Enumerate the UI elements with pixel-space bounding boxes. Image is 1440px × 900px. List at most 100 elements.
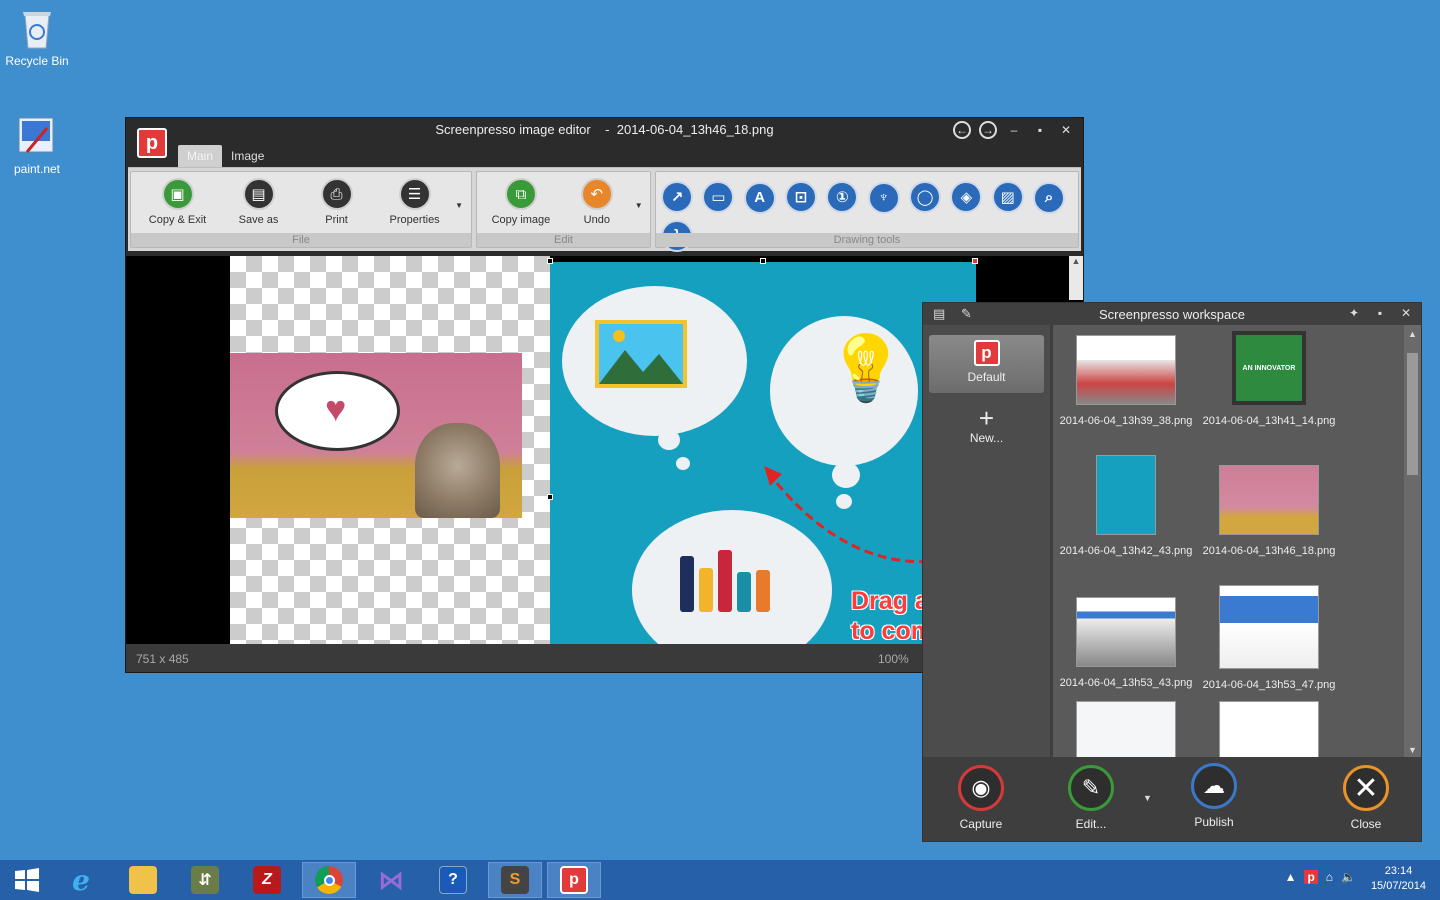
thumbnail-image bbox=[1219, 465, 1319, 535]
filezilla-icon: Z bbox=[253, 866, 281, 894]
close-window-button[interactable]: ✕ bbox=[1057, 123, 1075, 137]
edit-dropdown-arrow[interactable]: ▼ bbox=[1143, 793, 1152, 803]
magnifier-tool-icon[interactable]: ⌕ bbox=[1033, 181, 1066, 214]
rectangle-tool-icon[interactable]: ▭ bbox=[702, 181, 735, 213]
folder-default[interactable]: p Default bbox=[929, 335, 1044, 393]
thumbnail-item[interactable]: 2014-06-04_13h46_18.png bbox=[1199, 465, 1339, 557]
desktop-icon-recycle-bin[interactable]: Recycle Bin bbox=[0, 6, 74, 68]
scrollbar-thumb[interactable] bbox=[1407, 353, 1418, 475]
properties-icon: ☰ bbox=[398, 178, 431, 210]
screenpresso-logo[interactable]: p bbox=[137, 128, 167, 158]
group-label-drawing-tools: Drawing tools bbox=[656, 233, 1078, 247]
workspace-thumbnail-grid: 2014-06-04_13h39_38.png AN INNOVATOR 201… bbox=[1056, 325, 1406, 759]
taskbar-sublime[interactable]: S bbox=[488, 862, 542, 898]
minimize-button[interactable]: ‒ bbox=[1005, 123, 1023, 137]
heart-icon: ♥ bbox=[325, 388, 347, 429]
thumbnail-item[interactable] bbox=[1199, 701, 1339, 759]
publish-button[interactable]: ☁ Publish bbox=[1174, 763, 1254, 829]
selection-handle[interactable] bbox=[760, 258, 766, 264]
tab-image[interactable]: Image bbox=[222, 145, 273, 167]
thumbnail-image bbox=[1096, 455, 1156, 535]
scroll-up-icon[interactable]: ▲ bbox=[1069, 256, 1083, 266]
file-dropdown-arrow[interactable]: ▼ bbox=[455, 201, 465, 210]
thumbnail-item[interactable]: 2014-06-04_13h42_43.png bbox=[1056, 455, 1196, 557]
edit-dropdown-arrow[interactable]: ▼ bbox=[635, 201, 644, 210]
git-icon: ⇵ bbox=[191, 866, 219, 894]
camera-icon: ◉ bbox=[958, 765, 1004, 811]
taskbar-filezilla[interactable]: Z bbox=[240, 862, 294, 898]
image-tool-icon[interactable]: ▨ bbox=[991, 181, 1024, 213]
taskbar-screenpresso[interactable]: p bbox=[547, 862, 601, 898]
thumbnail-item[interactable]: 2014-06-04_13h39_38.png bbox=[1056, 335, 1196, 427]
scroll-down-icon[interactable]: ▼ bbox=[1404, 745, 1421, 755]
workspace-window: ▤ ✎ Screenpresso workspace ✦ ▪ ✕ p Defau… bbox=[922, 302, 1422, 842]
label-tool-icon[interactable]: ⊡ bbox=[785, 181, 818, 213]
copy-image-icon: ⧉ bbox=[504, 178, 537, 210]
ellipse-tool-icon[interactable]: ◯ bbox=[909, 181, 942, 213]
blur-tool-icon[interactable]: ◈ bbox=[950, 181, 983, 213]
taskbar-visual-studio[interactable]: ⋈ bbox=[364, 862, 418, 898]
forward-icon[interactable]: → bbox=[979, 121, 997, 139]
paint-net-icon bbox=[17, 114, 57, 158]
cat-photo[interactable]: ♥ bbox=[230, 353, 522, 518]
ribbon-group-edit: ⧉ Copy image ↶ Undo ▼ Edit bbox=[476, 171, 651, 248]
thumbnail-item[interactable] bbox=[1056, 701, 1196, 759]
thumbnail-item[interactable]: AN INNOVATOR 2014-06-04_13h41_14.png bbox=[1199, 331, 1339, 427]
chrome-icon bbox=[315, 866, 343, 894]
editor-vertical-scrollbar[interactable]: ▲ bbox=[1069, 256, 1083, 300]
pin-icon[interactable]: ✦ bbox=[1345, 306, 1363, 320]
screenpresso-icon: p bbox=[560, 866, 588, 894]
workspace-close-button[interactable]: ✕ bbox=[1397, 306, 1415, 320]
ribbon-group-drawing-tools: ↗ ▭ A ⊡ ① ♆ ◯ ◈ ▨ ⌕ } Drawing tools bbox=[655, 171, 1079, 252]
volume-icon[interactable]: 🔈 bbox=[1341, 870, 1356, 884]
group-label-edit: Edit bbox=[477, 233, 650, 247]
workspace-vertical-scrollbar[interactable]: ▲ ▼ bbox=[1404, 325, 1421, 759]
selection-handle[interactable] bbox=[972, 258, 978, 264]
editor-title: Screenpresso image editor - 2014-06-04_1… bbox=[435, 122, 774, 137]
edit-tools-icon: ✎ bbox=[1068, 765, 1114, 811]
new-folder-button[interactable]: + New... bbox=[923, 405, 1050, 445]
workspace-maximize-button[interactable]: ▪ bbox=[1371, 306, 1389, 320]
desktop-icon-paint-net[interactable]: paint.net bbox=[0, 114, 74, 176]
scroll-up-icon[interactable]: ▲ bbox=[1404, 329, 1421, 339]
thumbnail-item[interactable]: 2014-06-04_13h53_47.png bbox=[1199, 585, 1339, 691]
taskbar-file-explorer[interactable] bbox=[116, 862, 170, 898]
taskbar-app-git[interactable]: ⇵ bbox=[178, 862, 232, 898]
tab-main[interactable]: Main bbox=[178, 145, 223, 167]
editor-titlebar[interactable]: Screenpresso image editor - 2014-06-04_1… bbox=[126, 118, 1083, 142]
show-hidden-icons[interactable]: ▲ bbox=[1285, 870, 1297, 884]
app-icon: ? bbox=[439, 866, 467, 894]
cloud-dot bbox=[676, 457, 690, 470]
selection-handle[interactable] bbox=[547, 258, 553, 264]
taskbar-chrome[interactable] bbox=[302, 862, 356, 898]
arrow-tool-icon[interactable]: ↗ bbox=[661, 181, 693, 213]
taskbar: e ⇵ Z ⋈ ? S p ▲ p ⌂ 🔈 23:14 15/07/2014 bbox=[0, 860, 1440, 900]
highlighter-tool-icon[interactable]: ♆ bbox=[867, 181, 900, 214]
edit-button[interactable]: ✎ Edit... bbox=[1051, 765, 1131, 831]
thumbnail-image bbox=[1219, 585, 1319, 669]
clock[interactable]: 23:14 15/07/2014 bbox=[1371, 864, 1426, 894]
zoom-level[interactable]: 100% bbox=[878, 652, 909, 666]
ribbon-group-file: ▣ Copy & Exit ▤ Save as ⎙ Print ☰ Proper… bbox=[130, 171, 472, 248]
workspace-titlebar[interactable]: ▤ ✎ Screenpresso workspace ✦ ▪ ✕ bbox=[923, 303, 1421, 325]
numbering-tool-icon[interactable]: ① bbox=[826, 181, 859, 213]
network-icon[interactable]: ⌂ bbox=[1326, 870, 1333, 884]
text-tool-icon[interactable]: A bbox=[743, 181, 776, 214]
thumbnail-image bbox=[1219, 701, 1319, 759]
taskbar-app-blue[interactable]: ? bbox=[426, 862, 480, 898]
screenpresso-logo: p bbox=[973, 340, 1000, 366]
desktop-icon-label: Recycle Bin bbox=[5, 54, 69, 68]
screenpresso-tray-icon[interactable]: p bbox=[1304, 870, 1318, 884]
start-button[interactable] bbox=[0, 862, 54, 898]
copy-exit-icon: ▣ bbox=[161, 178, 194, 210]
maximize-button[interactable]: ▪ bbox=[1031, 123, 1049, 137]
selection-handle[interactable] bbox=[547, 494, 553, 500]
thumbnail-item[interactable]: 2014-06-04_13h53_43.png bbox=[1056, 597, 1196, 689]
undo-icon: ↶ bbox=[580, 178, 613, 210]
capture-button[interactable]: ◉ Capture bbox=[941, 765, 1021, 831]
taskbar-internet-explorer[interactable]: e bbox=[54, 862, 108, 898]
plus-icon: + bbox=[978, 403, 995, 433]
back-icon[interactable]: ← bbox=[953, 121, 971, 139]
sublime-text-icon: S bbox=[501, 866, 529, 894]
close-button[interactable]: ✕ Close bbox=[1326, 765, 1406, 831]
